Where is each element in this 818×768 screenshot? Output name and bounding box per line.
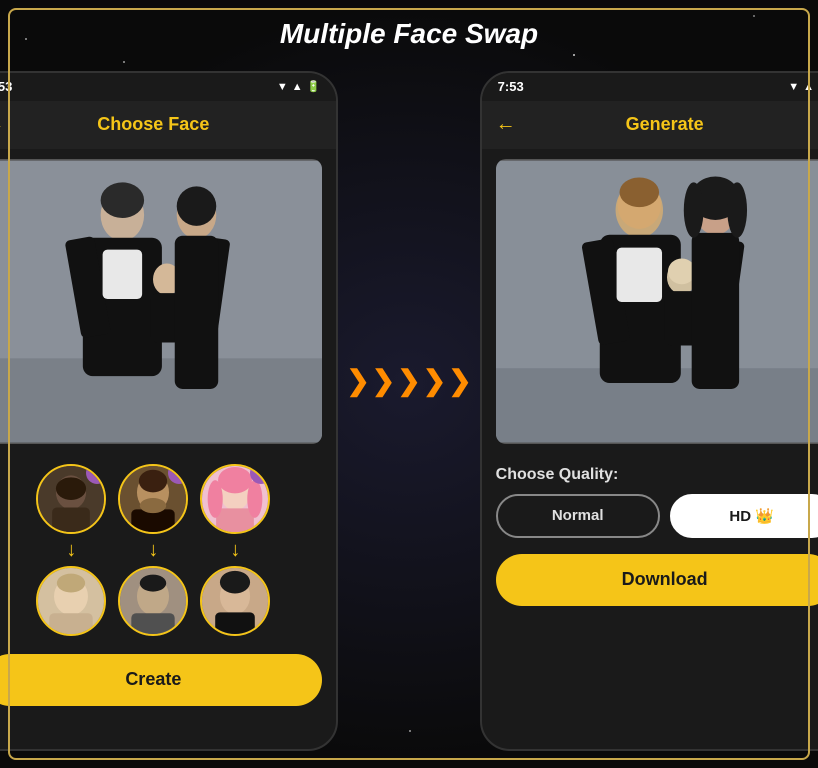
edit-badge-3[interactable]: ✏	[250, 464, 270, 484]
target-face-3-svg	[202, 568, 268, 634]
quality-section: Choose Quality: Normal HD 👑	[482, 454, 818, 546]
right-photo-area	[496, 159, 818, 444]
source-face-3[interactable]: ✏	[200, 464, 270, 534]
hd-quality-button[interactable]: HD 👑	[670, 494, 818, 538]
left-faces-section: ✏ ↓	[0, 454, 336, 646]
page-title: Multiple Face Swap	[0, 18, 818, 50]
face-pair-3: ✏ ↓	[200, 464, 270, 636]
target-face-2[interactable]	[118, 566, 188, 636]
chevron-5: ❯	[448, 364, 471, 397]
left-photo-svg	[0, 159, 322, 444]
source-face-2[interactable]: ✏	[118, 464, 188, 534]
signal-icon: ▼	[277, 81, 288, 93]
right-status-icons: ▼ ▲ 🔋	[788, 80, 818, 93]
left-status-time: 7:53	[0, 79, 12, 94]
battery-icon: 🔋	[307, 80, 321, 93]
chevron-1: ❯	[346, 364, 369, 397]
create-button[interactable]: Create	[0, 654, 322, 706]
right-status-bar: 7:53 ▼ ▲ 🔋	[482, 73, 818, 101]
source-face-1[interactable]: ✏	[36, 464, 106, 534]
target-face-3[interactable]	[200, 566, 270, 636]
right-signal-icon: ▼	[788, 81, 799, 93]
left-photo-area	[0, 159, 322, 444]
right-back-button[interactable]: ←	[496, 113, 516, 136]
target-face-1[interactable]	[36, 566, 106, 636]
right-photo-svg	[496, 159, 818, 444]
left-nav-bar: ← Choose Face	[0, 101, 336, 149]
quality-buttons: Normal HD 👑	[496, 494, 818, 538]
chevron-4: ❯	[423, 364, 446, 397]
arrow-down-2: ↓	[148, 540, 158, 560]
right-status-time: 7:53	[498, 79, 524, 94]
edit-badge-2[interactable]: ✏	[168, 464, 188, 484]
chevron-2: ❯	[372, 364, 395, 397]
chevron-arrows-group: ❯ ❯ ❯ ❯ ❯	[346, 364, 471, 397]
target-face-2-svg	[120, 568, 186, 634]
between-arrow: ❯ ❯ ❯ ❯ ❯	[346, 364, 471, 397]
right-phone: 7:53 ▼ ▲ 🔋 ← Generate	[480, 71, 818, 751]
edit-badge-1[interactable]: ✏	[86, 464, 106, 484]
right-nav-bar: ← Generate	[482, 101, 818, 149]
wifi-icon: ▲	[292, 81, 303, 93]
face-pair-1: ✏ ↓	[36, 464, 106, 636]
target-face-1-svg	[38, 568, 104, 634]
left-back-button[interactable]: ←	[0, 113, 4, 136]
left-nav-title: Choose Face	[16, 114, 290, 135]
left-phone: 7:53 ▼ ▲ 🔋 ← Choose Face	[0, 71, 338, 751]
chevron-3: ❯	[397, 364, 420, 397]
right-wifi-icon: ▲	[803, 81, 814, 93]
left-status-icons: ▼ ▲ 🔋	[277, 80, 320, 93]
arrow-down-1: ↓	[66, 540, 76, 560]
face-pair-2: ✏ ↓	[118, 464, 188, 636]
arrow-down-3: ↓	[230, 540, 240, 560]
quality-label: Choose Quality:	[496, 466, 818, 484]
right-nav-title: Generate	[528, 114, 802, 135]
download-button[interactable]: Download	[496, 554, 818, 606]
phones-container: 7:53 ▼ ▲ 🔋 ← Choose Face	[20, 68, 798, 753]
left-status-bar: 7:53 ▼ ▲ 🔋	[0, 73, 336, 101]
normal-quality-button[interactable]: Normal	[496, 494, 660, 538]
